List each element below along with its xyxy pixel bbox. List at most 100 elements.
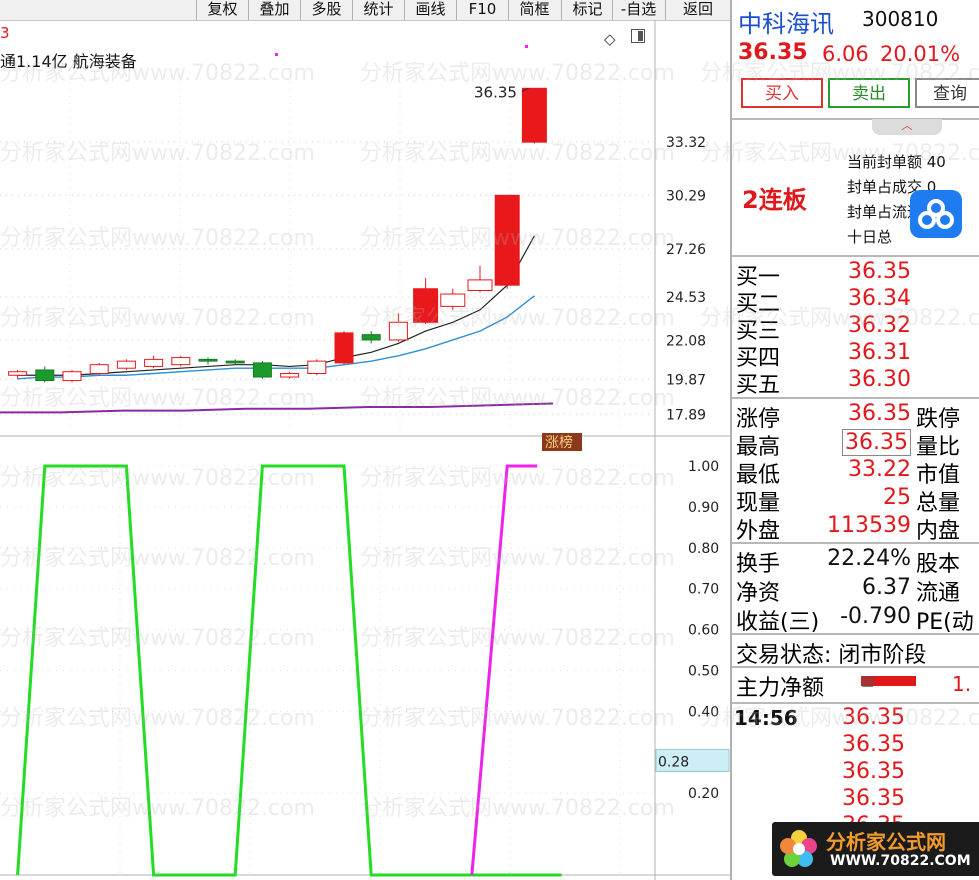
stat-row: 换手 22.24% 股本 xyxy=(736,546,979,577)
collapse-icon[interactable]: ︿ xyxy=(872,119,942,135)
y-tick-label: 33.32 xyxy=(666,135,706,151)
sell-button[interactable]: 卖出 xyxy=(828,78,910,108)
y-tick-label: 27.26 xyxy=(666,242,706,258)
diamond-icon[interactable]: ◇ xyxy=(604,30,616,48)
stock-pct: 20.01% xyxy=(880,42,961,66)
candle-body xyxy=(225,360,245,364)
y-tick-label: 0.60 xyxy=(688,623,719,639)
y-tick-label: 17.89 xyxy=(666,407,706,423)
query-button[interactable]: 查询 xyxy=(915,78,979,108)
candle-body xyxy=(116,360,136,369)
toolbar-button[interactable]: 画线 xyxy=(404,0,456,20)
toolbar-button[interactable]: 复权 xyxy=(196,0,248,20)
chart-canvas[interactable]: 33.32 30.29 27.26 24.53 22.08 19.87 17.89 36.35… xyxy=(0,20,730,880)
candle-body xyxy=(307,360,327,374)
flower-icon xyxy=(780,830,817,867)
candle-body xyxy=(334,332,354,364)
bid-price: 36.35 xyxy=(848,259,911,284)
current-value-label: 0.28 xyxy=(658,754,689,770)
stat-row: 外盘 113539 内盘 xyxy=(736,513,979,544)
candle-body xyxy=(440,293,466,307)
candle-body xyxy=(361,334,381,341)
bid-row[interactable]: 买二 36.34 xyxy=(736,286,979,317)
candle-body xyxy=(144,358,164,367)
candle-body xyxy=(35,369,55,382)
stat-label: 收益(三) xyxy=(736,610,820,635)
logo-url: WWW.70822.COM xyxy=(830,853,971,869)
candle-body xyxy=(521,87,547,143)
header-mark: 3 xyxy=(0,24,10,42)
trade-status: 交易状态: 闭市阶段 xyxy=(736,643,927,668)
candle-body xyxy=(280,372,300,378)
y-tick-label: 19.87 xyxy=(666,372,706,388)
stat-value: 25 xyxy=(883,485,911,510)
stat-row: 现量 25 总量 xyxy=(736,485,979,516)
candle-body xyxy=(198,358,218,362)
bid-row[interactable]: 买一 36.35 xyxy=(736,259,979,290)
bid-price: 36.30 xyxy=(848,367,911,392)
logo-text: 分析家公式网 xyxy=(826,830,946,854)
list-icon[interactable]: ▤ xyxy=(861,673,874,689)
site-logo: 分析家公式网 WWW.70822.COM xyxy=(772,822,979,876)
buy-button[interactable]: 买入 xyxy=(741,78,823,108)
y-tick-label: 0.80 xyxy=(688,541,719,557)
tick-time: 14:56 xyxy=(734,706,798,730)
toolbar-button[interactable]: F10 xyxy=(456,0,508,20)
toolbar-button[interactable]: 统计 xyxy=(352,0,404,20)
candle-body xyxy=(467,279,493,291)
stat-label: 换手 xyxy=(736,552,781,577)
rank-badge-label: 涨榜 xyxy=(545,434,573,451)
tick-price: 36.35 xyxy=(842,759,905,784)
baidu-cloud-icon[interactable] xyxy=(910,190,962,238)
toolbar-button[interactable]: 叠加 xyxy=(248,0,300,20)
streak-label: 2连板 xyxy=(742,186,807,214)
main-net-value: 1. xyxy=(952,672,972,696)
stat-label-2: 流通 xyxy=(916,581,961,606)
bid-price: 36.32 xyxy=(848,313,911,338)
stat-label-2: 内盘 xyxy=(916,519,961,544)
toolbar-button[interactable]: 多股 xyxy=(300,0,352,20)
bid-label: 买五 xyxy=(736,373,781,398)
stat-row: 最高 36.35 量比 xyxy=(736,429,979,460)
y-tick-label: 0.70 xyxy=(688,582,719,598)
toolbar-button[interactable]: 标记 xyxy=(561,0,613,20)
candle-body xyxy=(388,321,408,341)
stock-name: 中科海讯 xyxy=(738,10,834,38)
panel-toggle-icon[interactable] xyxy=(631,29,645,43)
candle-body xyxy=(8,371,28,376)
stock-price: 36.35 xyxy=(738,40,808,65)
header-info: 通1.14亿 航海装备 xyxy=(0,52,137,71)
candle-body xyxy=(494,194,520,286)
tick-price: 36.35 xyxy=(842,732,905,757)
bid-row[interactable]: 买三 36.32 xyxy=(736,313,979,344)
stat-value: 113539 xyxy=(827,513,911,538)
seal-line: 当前封单额 40 xyxy=(847,153,946,171)
candle-body xyxy=(252,362,272,378)
y-tick-label: 0.20 xyxy=(688,786,719,802)
y-tick-label: 1.00 xyxy=(688,459,719,475)
stat-value: -0.790 xyxy=(840,604,911,629)
stat-value: 36.35 xyxy=(842,429,911,456)
y-tick-label: 24.53 xyxy=(666,290,706,306)
chart-toolbar: 复权 叠加 多股 统计 画线 F10 简框 标记 -自选 返回 xyxy=(0,0,730,21)
bid-row[interactable]: 买四 36.31 xyxy=(736,340,979,371)
y-tick-label: 0.50 xyxy=(688,664,719,680)
stat-label-2: 股本 xyxy=(916,552,961,577)
bid-row[interactable]: 买五 36.30 xyxy=(736,367,979,398)
ma-long-line xyxy=(0,402,554,414)
toolbar-button[interactable]: -自选 xyxy=(612,0,664,20)
stat-label: 外盘 xyxy=(736,519,781,544)
y-tick-label: 30.29 xyxy=(666,188,706,204)
y-tick-label: 0.40 xyxy=(688,704,719,720)
bid-price: 36.34 xyxy=(848,286,911,311)
tick-price: 36.35 xyxy=(842,786,905,811)
toolbar-button[interactable]: 简框 xyxy=(508,0,560,20)
toolbar-button[interactable]: 返回 xyxy=(665,0,730,20)
stat-row: 最低 33.22 市值 xyxy=(736,457,979,488)
stat-row: 净资 6.37 流通 xyxy=(736,575,979,606)
stat-value: 22.24% xyxy=(827,546,911,571)
tick-price: 36.35 xyxy=(842,705,905,730)
stock-code: 300810 xyxy=(862,7,939,31)
candle-body xyxy=(413,288,439,323)
stock-change: 6.06 xyxy=(822,42,869,66)
